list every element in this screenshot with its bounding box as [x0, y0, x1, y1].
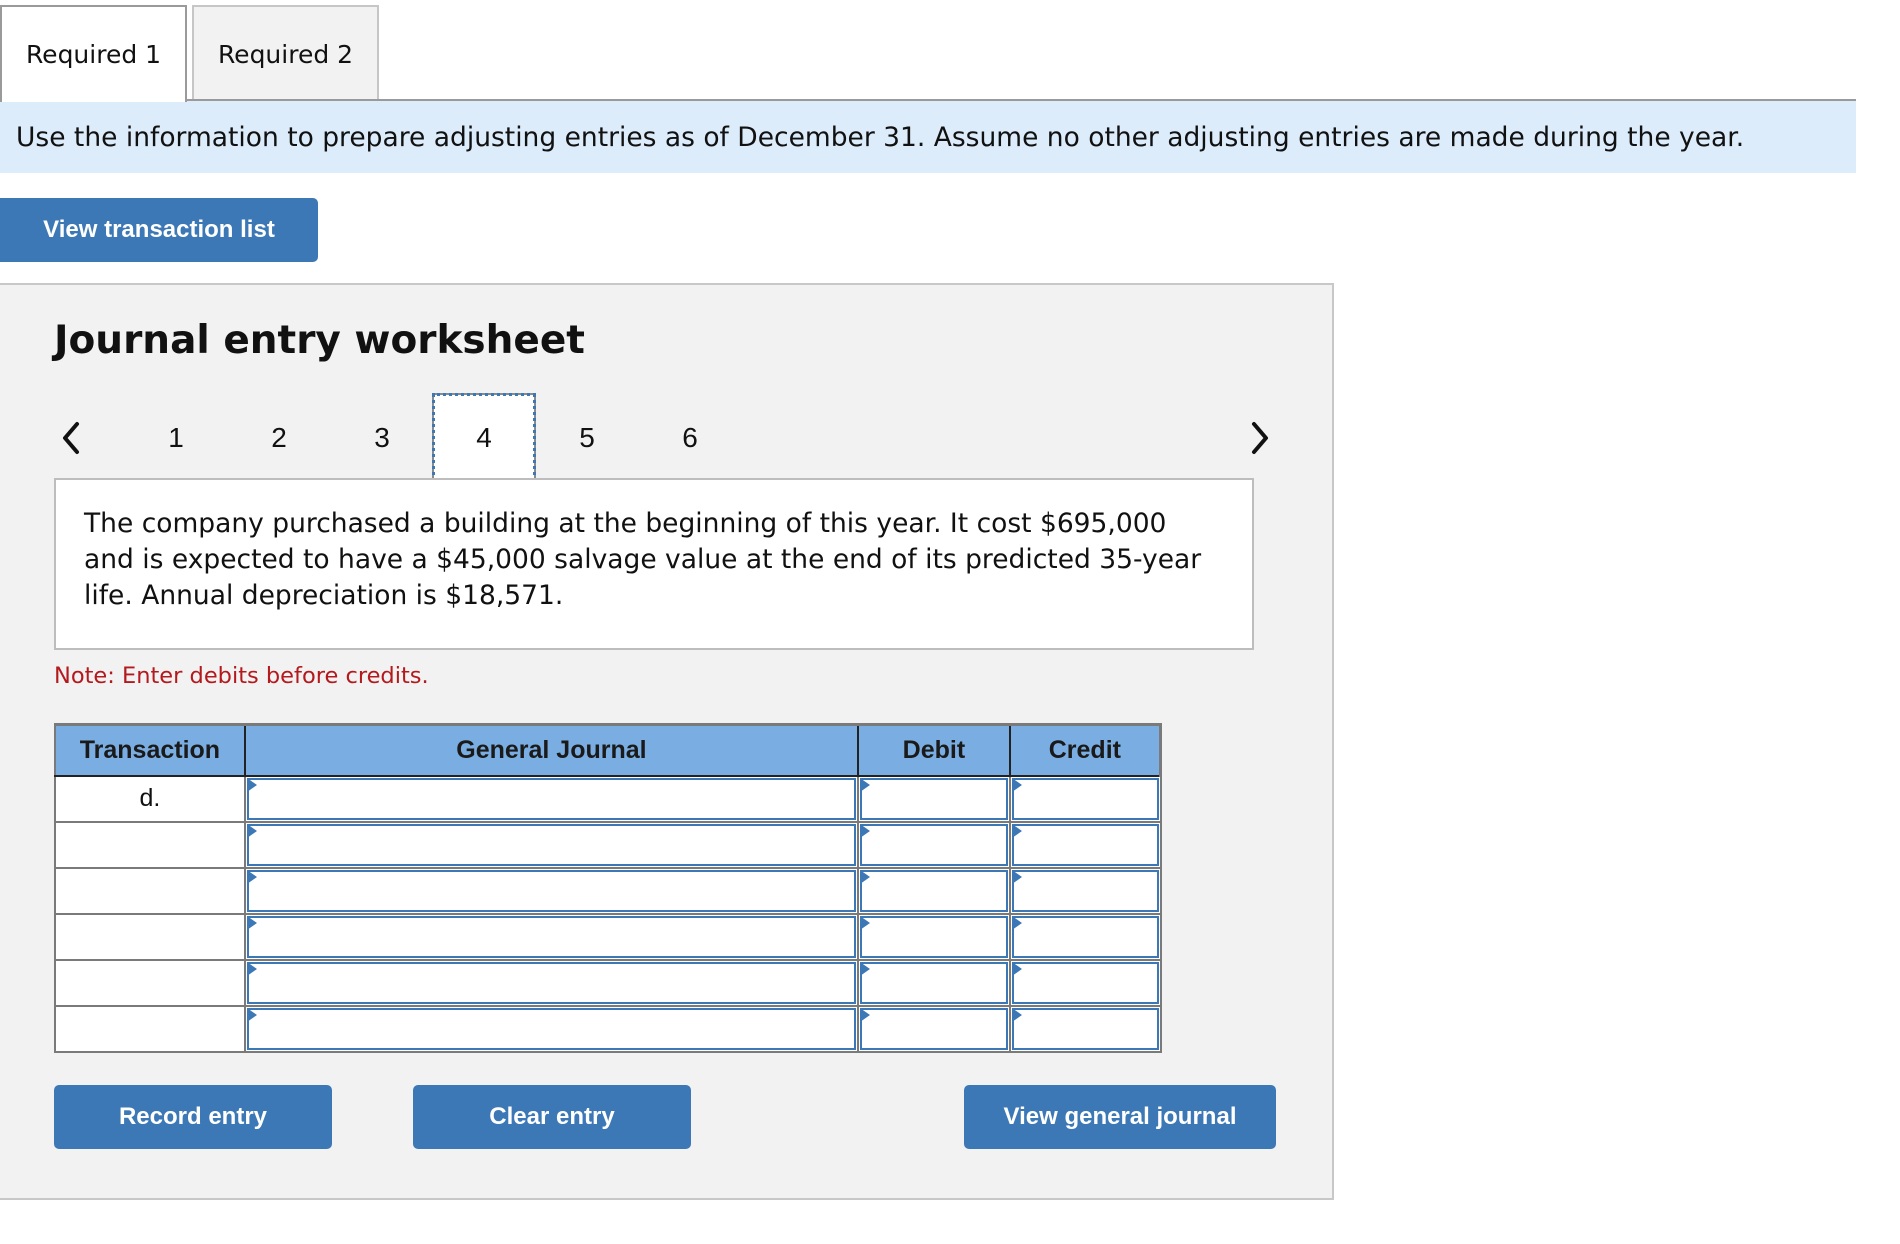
account-input[interactable] — [246, 915, 857, 958]
col-credit: Credit — [1008, 723, 1162, 777]
credit-input[interactable] — [1011, 961, 1159, 1004]
debit-credit-note: Note: Enter debits before credits. — [54, 663, 429, 689]
page-6[interactable]: 6 — [638, 393, 742, 483]
page-1[interactable]: 1 — [124, 393, 228, 483]
debit-input[interactable] — [860, 777, 1008, 820]
debit-input[interactable] — [860, 961, 1008, 1004]
credit-input[interactable] — [1011, 1007, 1159, 1050]
account-input[interactable] — [246, 869, 857, 912]
debit-input[interactable] — [860, 823, 1008, 866]
instructions-text: Use the information to prepare adjusting… — [16, 121, 1745, 153]
credit-input[interactable] — [1011, 823, 1159, 866]
account-input[interactable] — [246, 1007, 857, 1050]
view-transaction-list-button[interactable]: View transaction list — [0, 198, 318, 262]
transaction-cell — [54, 958, 246, 1007]
transaction-cell — [54, 820, 246, 869]
worksheet-pager: 1 2 3 4 5 6 — [0, 393, 1334, 483]
credit-input[interactable] — [1011, 869, 1159, 912]
transaction-cell — [54, 866, 246, 915]
table-row — [54, 866, 1162, 915]
chevron-right-icon — [1252, 422, 1268, 454]
col-transaction: Transaction — [54, 723, 246, 777]
debit-input[interactable] — [860, 869, 1008, 912]
table-row: d. — [54, 774, 1162, 823]
next-page-button[interactable] — [1240, 413, 1280, 463]
prev-page-button[interactable] — [51, 413, 91, 463]
debit-input[interactable] — [860, 1007, 1008, 1050]
account-input[interactable] — [246, 961, 857, 1004]
description-text: The company purchased a building at the … — [84, 508, 1202, 611]
transaction-cell — [54, 912, 246, 961]
table-header-row: Transaction General Journal Debit Credit — [54, 723, 1162, 777]
account-input[interactable] — [246, 823, 857, 866]
credit-input[interactable] — [1011, 777, 1159, 820]
page-4-current[interactable]: 4 — [432, 393, 536, 483]
page-5[interactable]: 5 — [535, 393, 639, 483]
col-debit: Debit — [857, 723, 1011, 777]
worksheet-title: Journal entry worksheet — [54, 318, 585, 363]
transaction-cell — [54, 1004, 246, 1053]
account-input[interactable] — [246, 777, 857, 820]
debit-input[interactable] — [860, 915, 1008, 958]
tab-required-1[interactable]: Required 1 — [0, 5, 187, 102]
instructions-banner: Use the information to prepare adjusting… — [0, 101, 1856, 173]
table-row — [54, 1004, 1162, 1053]
clear-entry-button[interactable]: Clear entry — [413, 1085, 691, 1149]
transaction-cell: d. — [54, 774, 246, 823]
col-general-journal: General Journal — [243, 723, 860, 777]
view-general-journal-button[interactable]: View general journal — [964, 1085, 1276, 1149]
credit-input[interactable] — [1011, 915, 1159, 958]
page-3[interactable]: 3 — [330, 393, 434, 483]
page-2[interactable]: 2 — [227, 393, 331, 483]
table-row — [54, 820, 1162, 869]
table-row — [54, 912, 1162, 961]
tab-required-2[interactable]: Required 2 — [192, 5, 379, 101]
general-journal-table: Transaction General Journal Debit Credit… — [54, 723, 1162, 1053]
chevron-left-icon — [63, 422, 79, 454]
transaction-description: The company purchased a building at the … — [54, 478, 1254, 650]
record-entry-button[interactable]: Record entry — [54, 1085, 332, 1149]
table-row — [54, 958, 1162, 1007]
